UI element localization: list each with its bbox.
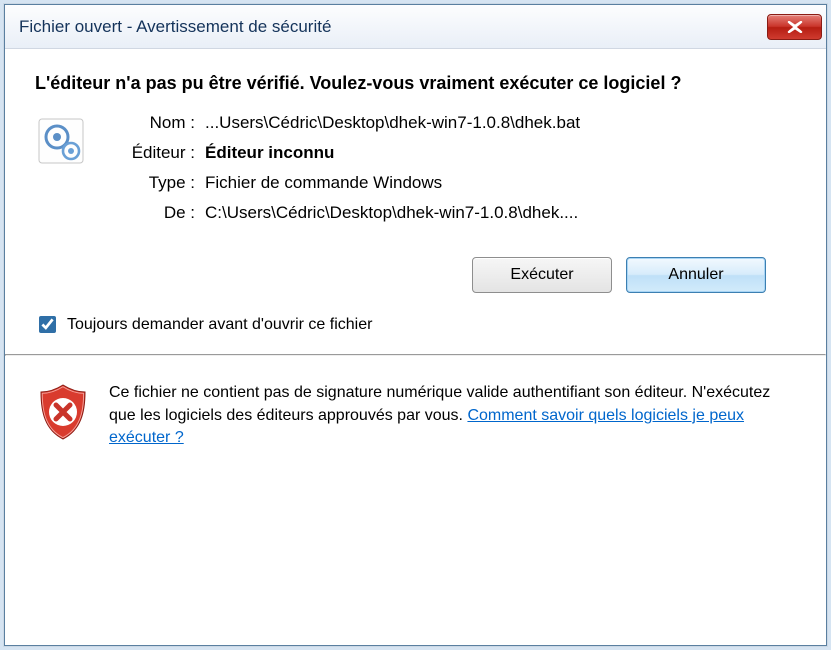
cancel-button-label: Annuler (668, 266, 723, 284)
from-label: De : (95, 203, 205, 223)
action-buttons: Exécuter Annuler (35, 233, 796, 293)
shield-warning-icon (35, 382, 91, 449)
execute-button-label: Exécuter (510, 266, 573, 284)
from-value: C:\Users\Cédric\Desktop\dhek-win7-1.0.8\… (205, 203, 796, 223)
file-icon (35, 113, 95, 171)
publisher-row: Éditeur : Éditeur inconnu (95, 143, 796, 163)
warning-text: Ce fichier ne contient pas de signature … (109, 382, 796, 449)
file-name-label: Nom : (95, 113, 205, 133)
window-title: Fichier ouvert - Avertissement de sécuri… (19, 17, 767, 37)
from-row: De : C:\Users\Cédric\Desktop\dhek-win7-1… (95, 203, 796, 223)
always-ask-label: Toujours demander avant d'ouvrir ce fich… (67, 316, 372, 334)
type-value: Fichier de commande Windows (205, 173, 796, 193)
dialog-body: L'éditeur n'a pas pu être vérifié. Voule… (5, 49, 826, 293)
type-label: Type : (95, 173, 205, 193)
always-ask-checkbox[interactable] (39, 316, 56, 333)
close-icon (786, 21, 804, 33)
publisher-label: Éditeur : (95, 143, 205, 163)
dialog-heading: L'éditeur n'a pas pu être vérifié. Voule… (35, 71, 796, 95)
file-name-value: ...Users\Cédric\Desktop\dhek-win7-1.0.8\… (205, 113, 796, 133)
file-info-section: Nom : ...Users\Cédric\Desktop\dhek-win7-… (35, 113, 796, 233)
cancel-button[interactable]: Annuler (626, 257, 766, 293)
publisher-value: Éditeur inconnu (205, 143, 796, 163)
warning-panel: Ce fichier ne contient pas de signature … (5, 356, 826, 475)
type-row: Type : Fichier de commande Windows (95, 173, 796, 193)
always-ask-row[interactable]: Toujours demander avant d'ouvrir ce fich… (5, 293, 826, 354)
file-name-row: Nom : ...Users\Cédric\Desktop\dhek-win7-… (95, 113, 796, 133)
titlebar: Fichier ouvert - Avertissement de sécuri… (5, 5, 826, 49)
security-warning-dialog: Fichier ouvert - Avertissement de sécuri… (4, 4, 827, 646)
close-button[interactable] (767, 14, 822, 40)
file-info-table: Nom : ...Users\Cédric\Desktop\dhek-win7-… (95, 113, 796, 233)
execute-button[interactable]: Exécuter (472, 257, 612, 293)
